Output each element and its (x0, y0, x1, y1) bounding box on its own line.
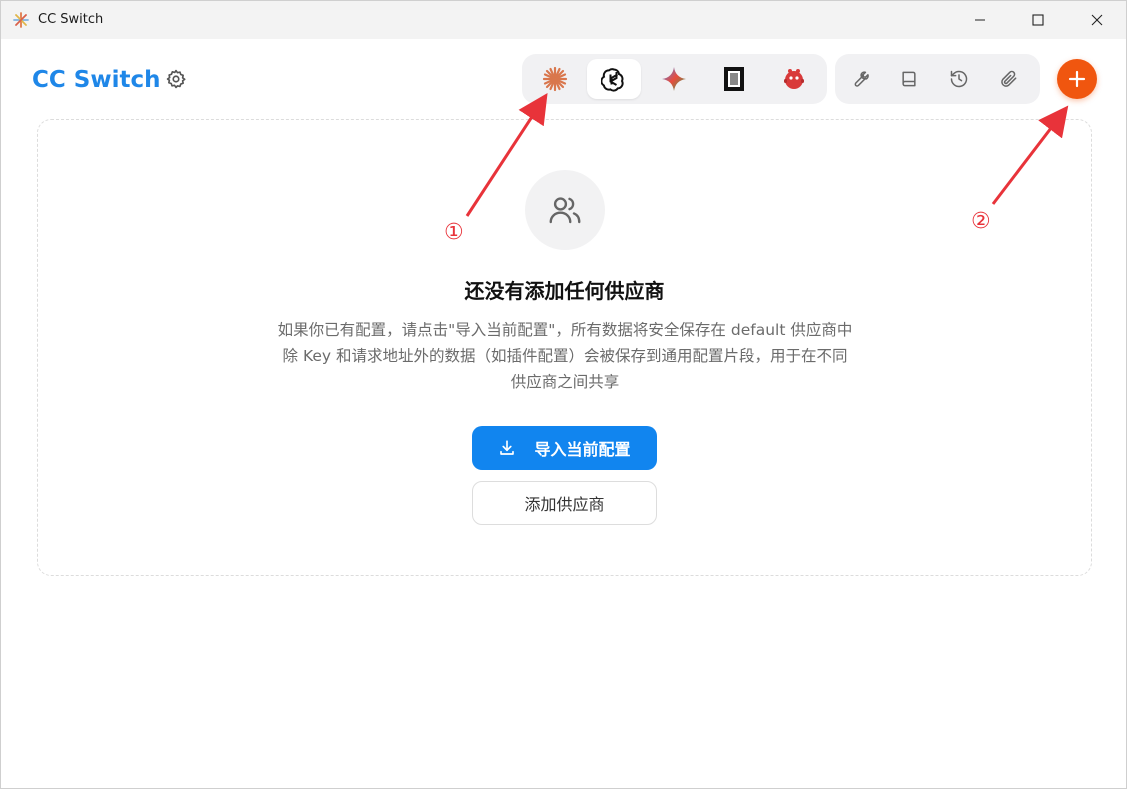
add-provider-label: 添加供应商 (524, 497, 605, 514)
terminal-app-icon (724, 67, 744, 91)
minimize-button[interactable] (951, 1, 1009, 39)
add-provider-fab[interactable] (1057, 59, 1097, 99)
app-tab-terminal[interactable] (707, 59, 761, 99)
app-tab-mascot[interactable] (767, 59, 821, 99)
red-mascot-icon (784, 69, 804, 89)
attachments-button[interactable] (993, 63, 1025, 95)
maximize-button[interactable] (1009, 1, 1067, 39)
paperclip-icon (1001, 70, 1017, 87)
users-icon (549, 197, 581, 224)
download-icon (500, 440, 515, 455)
gear-icon (166, 69, 186, 89)
app-brand: CC Switch (32, 67, 161, 93)
description-line-2: 除 Key 和请求地址外的数据（如插件配置）会被保存到通用配置片段，用于在不同 (282, 347, 848, 365)
empty-state-icon-wrapper (525, 170, 605, 250)
openai-icon (601, 68, 624, 92)
app-switcher (522, 54, 827, 104)
plus-icon (1068, 70, 1086, 88)
annotation-label-1: ① (444, 220, 464, 245)
wrench-icon (854, 71, 869, 87)
empty-state-description: 如果你已有配置，请点击"导入当前配置"，所有数据将安全保存在 default 供… (234, 317, 896, 395)
maximize-icon (1032, 14, 1044, 26)
add-provider-button[interactable]: 添加供应商 (472, 481, 657, 525)
gemini-icon (662, 67, 686, 91)
history-button[interactable] (943, 63, 975, 95)
app-tab-codex[interactable] (587, 59, 641, 99)
import-config-label: 导入当前配置 (534, 442, 631, 459)
title-bar: CC Switch (1, 1, 1126, 39)
app-tab-gemini[interactable] (647, 59, 701, 99)
close-icon (1091, 14, 1103, 26)
close-button[interactable] (1068, 1, 1126, 39)
tools-group (835, 54, 1040, 104)
description-line-3: 供应商之间共享 (510, 373, 620, 391)
tools-button[interactable] (843, 63, 875, 95)
minimize-icon (975, 19, 985, 21)
empty-state-title: 还没有添加任何供应商 (464, 279, 665, 303)
book-icon (902, 71, 916, 87)
description-line-1: 如果你已有配置，请点击"导入当前配置"，所有数据将安全保存在 default 供… (277, 321, 853, 339)
import-config-button[interactable]: 导入当前配置 (472, 426, 657, 470)
history-icon (950, 70, 968, 88)
docs-button[interactable] (893, 63, 925, 95)
claude-icon (542, 66, 568, 92)
settings-button[interactable] (164, 67, 188, 91)
app-window: CC Switch CC Switch 还没有添加任何供应商 如果你已有配置，请… (0, 0, 1127, 789)
annotation-label-2: ② (971, 209, 991, 234)
app-tab-claude[interactable] (528, 59, 582, 99)
app-logo-icon (13, 12, 29, 28)
window-title: CC Switch (38, 12, 104, 27)
